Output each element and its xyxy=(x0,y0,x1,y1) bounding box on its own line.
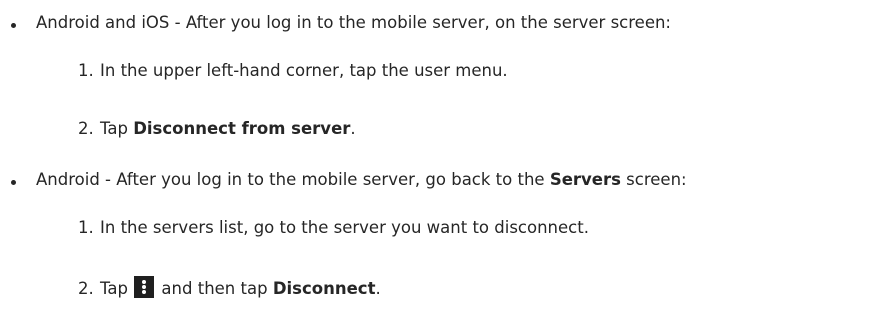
step-text-prefix: Tap xyxy=(100,279,134,298)
step-number: 2. xyxy=(78,279,94,298)
bullet-text-prefix: Android - After you log in to the mobile… xyxy=(36,170,550,189)
step-item: 2. Tap Disconnect from server. xyxy=(78,118,356,140)
step-text-middle: and then tap xyxy=(156,279,273,298)
step-text-suffix: . xyxy=(375,279,381,298)
bullet-item-android: Android - After you log in to the mobile… xyxy=(36,169,687,191)
step-number: 1. xyxy=(78,61,94,80)
step-text: In the upper left-hand corner, tap the u… xyxy=(100,61,508,80)
more-vertical-icon xyxy=(134,276,155,298)
bullet-text-suffix: screen: xyxy=(620,170,687,189)
bullet-text: Android and iOS - After you log in to th… xyxy=(36,13,671,32)
bullet-item-android-ios: Android and iOS - After you log in to th… xyxy=(36,12,671,34)
bullet-dot xyxy=(11,180,16,185)
step-item: 1. In the servers list, go to the server … xyxy=(78,217,589,239)
bullet-dot xyxy=(11,23,16,28)
step-text-bold: Disconnect from server xyxy=(133,119,351,138)
step-number: 2. xyxy=(78,119,94,138)
step-text: In the servers list, go to the server yo… xyxy=(100,218,589,237)
step-text-prefix: Tap xyxy=(100,119,134,138)
step-number: 1. xyxy=(78,218,94,237)
step-text-suffix: . xyxy=(350,119,356,138)
bullet-text-bold: Servers xyxy=(549,170,621,189)
step-text-bold: Disconnect xyxy=(272,279,376,298)
step-item: 1. In the upper left-hand corner, tap the… xyxy=(78,60,508,82)
step-item: 2. Tap and then tap Disconnect. xyxy=(78,276,381,300)
